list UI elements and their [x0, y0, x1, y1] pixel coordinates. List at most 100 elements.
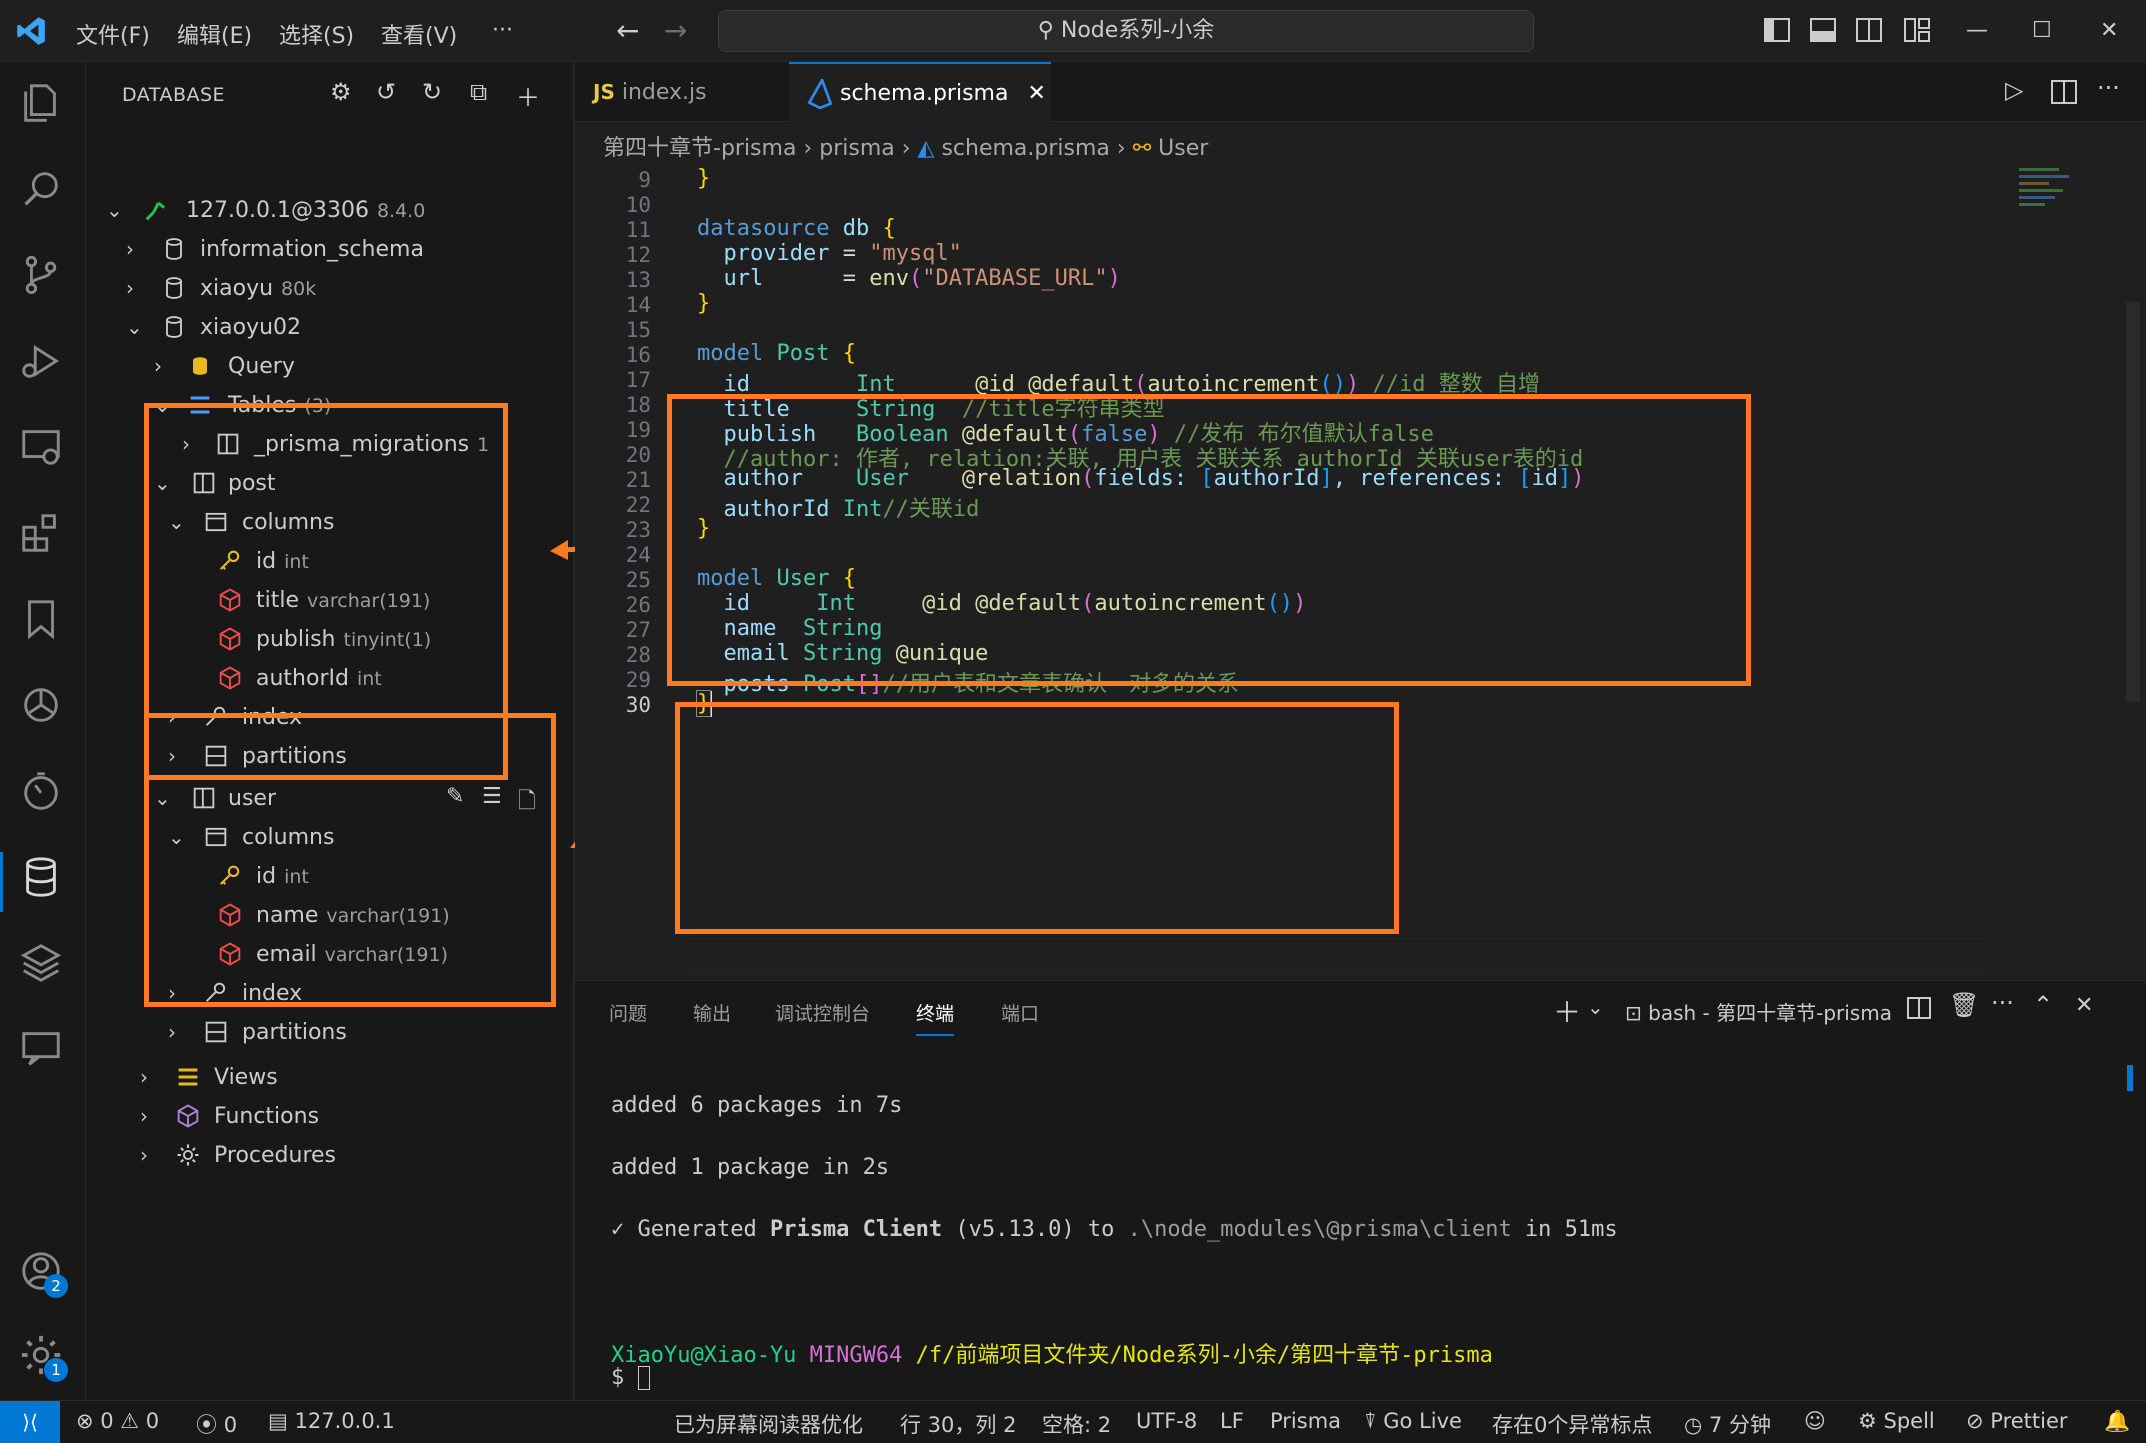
tab-debug-console[interactable]: 调试控制台 [775, 999, 870, 1026]
language-mode[interactable]: Prisma [1270, 1409, 1341, 1433]
time-status[interactable]: ◷ 7 分钟 [1684, 1409, 1771, 1439]
tab-ports[interactable]: 端口 [1001, 999, 1039, 1026]
problems-status[interactable]: ⊗ 0 ⚠ 0 [76, 1409, 159, 1433]
menu-edit[interactable]: 编辑(E) [177, 18, 252, 50]
connection-icon [145, 201, 166, 221]
refresh-icon[interactable]: ↻ [422, 78, 442, 106]
openai-icon[interactable] [18, 682, 68, 732]
timeline-icon[interactable] [18, 768, 68, 818]
maximize-panel-icon[interactable]: ⌃ [2033, 991, 2053, 1019]
terminal-panel: 问题 输出 调试控制台 终端 端口 ＋ ⌄ ⊡ bash - 第四十章节-pri… [575, 980, 2146, 1400]
run-debug-icon[interactable] [18, 338, 68, 388]
more-actions-icon[interactable]: ··· [2097, 74, 2120, 102]
toggle-secondary-sidebar-icon[interactable] [1856, 18, 1882, 42]
copilot-icon[interactable]: ☺ [1804, 1409, 1826, 1433]
settings-icon[interactable]: ⚙ [330, 78, 352, 106]
trash-icon[interactable]: 🗑 [1949, 991, 1979, 1019]
new-terminal-icon[interactable]: ＋ [1553, 991, 1581, 1031]
breadcrumb-item[interactable]: 第四十章节-prisma [603, 136, 796, 161]
add-connection-icon[interactable]: ＋ [516, 78, 540, 113]
chevron-right-icon: › [168, 1020, 176, 1044]
bookmark-icon[interactable] [18, 596, 68, 646]
command-center[interactable]: ⚲ Node系列-小余 [718, 10, 1534, 52]
tree-row-xiaoyu[interactable]: › xiaoyu 80k [86, 270, 574, 309]
prettier-status[interactable]: ⊘ Prettier [1966, 1409, 2068, 1433]
collapse-all-icon[interactable]: ⧉ [470, 78, 487, 106]
tree-row-functions[interactable]: › Functions [86, 1098, 574, 1137]
encoding[interactable]: UTF-8 [1136, 1409, 1197, 1433]
database-small-icon [166, 277, 182, 299]
explorer-icon[interactable] [18, 80, 68, 130]
line-number: 13 [625, 268, 651, 292]
terminal-prompt[interactable]: $ [611, 1365, 650, 1390]
ports-status[interactable]: ⦿ 0 [196, 1409, 237, 1439]
punctuation-status[interactable]: 存在0个异常标点 [1492, 1409, 1652, 1439]
source-control-icon[interactable] [18, 252, 68, 302]
split-editor-icon[interactable] [2051, 80, 2077, 104]
minimap[interactable] [2019, 162, 2079, 222]
highlight-user-model [675, 702, 1399, 934]
db-status[interactable]: ▤ 127.0.0.1 [268, 1409, 395, 1433]
more-actions-icon[interactable]: ··· [1991, 989, 2014, 1017]
tree-row-information-schema[interactable]: › information_schema [86, 231, 574, 270]
screen-reader-status[interactable]: 已为屏幕阅读器优化 [674, 1409, 863, 1439]
customize-layout-icon[interactable] [1904, 18, 1930, 42]
tab-index-js[interactable]: JS index.js [575, 62, 789, 122]
history-icon[interactable]: ↺ [376, 78, 396, 106]
breadcrumb-item[interactable]: prisma [819, 136, 895, 161]
close-tab-icon[interactable]: ✕ [1027, 81, 1045, 106]
tab-label: schema.prisma [840, 81, 1009, 106]
query-icon [193, 357, 207, 375]
toggle-panel-icon[interactable] [1810, 18, 1836, 42]
menu-selection[interactable]: 选择(S) [279, 18, 354, 50]
go-live[interactable]: ⍒ Go Live [1364, 1409, 1462, 1434]
menu-file[interactable]: 文件(F) [76, 18, 150, 50]
tree-row-connection[interactable]: ⌄ 127.0.0.1@3306 8.4.0 [86, 192, 574, 231]
run-icon[interactable]: ▷ [2005, 76, 2023, 104]
chat-icon[interactable] [18, 1026, 68, 1076]
chevron-right-icon: › [126, 276, 134, 300]
tree-label: Functions [214, 1104, 320, 1129]
close-panel-icon[interactable]: ✕ [2075, 993, 2093, 1018]
chevron-down-icon[interactable]: ⌄ [1587, 995, 1604, 1019]
notifications-bell-icon[interactable]: 🔔 [2104, 1409, 2130, 1434]
procedures-gear-icon [177, 1144, 199, 1166]
remote-explorer-icon[interactable] [18, 424, 68, 474]
cursor-position[interactable]: 行 30，列 2 [900, 1409, 1016, 1439]
extensions-icon[interactable] [18, 510, 68, 560]
menu-view[interactable]: 查看(V) [381, 18, 457, 50]
forward-arrow-icon[interactable]: → [664, 14, 687, 47]
breadcrumb-item[interactable]: schema.prisma [941, 136, 1109, 161]
tab-output[interactable]: 输出 [693, 999, 731, 1026]
layers-icon[interactable] [18, 940, 68, 990]
menu-more[interactable]: ··· [492, 18, 513, 43]
minimize-icon[interactable]: — [1966, 18, 1988, 43]
toggle-primary-sidebar-icon[interactable] [1764, 18, 1790, 42]
breadcrumb-item[interactable]: User [1158, 136, 1208, 161]
line-number: 27 [625, 618, 651, 642]
tree-row-user-partitions[interactable]: › partitions [86, 1014, 574, 1053]
eol[interactable]: LF [1220, 1409, 1244, 1433]
indentation[interactable]: 空格: 2 [1042, 1409, 1111, 1439]
close-window-icon[interactable]: ✕ [2100, 18, 2118, 43]
tree-row-procedures[interactable]: › Procedures [86, 1137, 574, 1176]
tab-schema-prisma[interactable]: schema.prisma ✕ [789, 62, 1051, 122]
database-icon[interactable] [18, 854, 68, 904]
accounts-badge: 2 [44, 1274, 68, 1298]
tab-terminal[interactable]: 终端 [916, 999, 955, 1036]
terminal-selector[interactable]: ⊡ bash - 第四十章节-prisma [1625, 997, 1892, 1026]
spell-status[interactable]: ⚙ Spell [1858, 1409, 1935, 1433]
tree-row-views[interactable]: › Views [86, 1059, 574, 1098]
tab-problems[interactable]: 问题 [609, 999, 647, 1026]
editor-scrollbar[interactable] [2126, 302, 2140, 702]
line-number: 29 [625, 668, 651, 692]
maximize-icon[interactable]: ☐ [2032, 18, 2052, 43]
search-sidebar-icon[interactable] [18, 166, 68, 216]
split-terminal-icon[interactable] [1907, 997, 1931, 1019]
back-arrow-icon[interactable]: ← [616, 14, 639, 47]
tree-row-query[interactable]: › Query [86, 348, 574, 387]
remote-indicator-icon[interactable]: ⟩⟨ [0, 1401, 60, 1443]
tree-row-xiaoyu02[interactable]: ⌄ xiaoyu02 [86, 309, 574, 348]
terminal-cursor [637, 1366, 650, 1390]
line-number: 26 [625, 593, 651, 617]
